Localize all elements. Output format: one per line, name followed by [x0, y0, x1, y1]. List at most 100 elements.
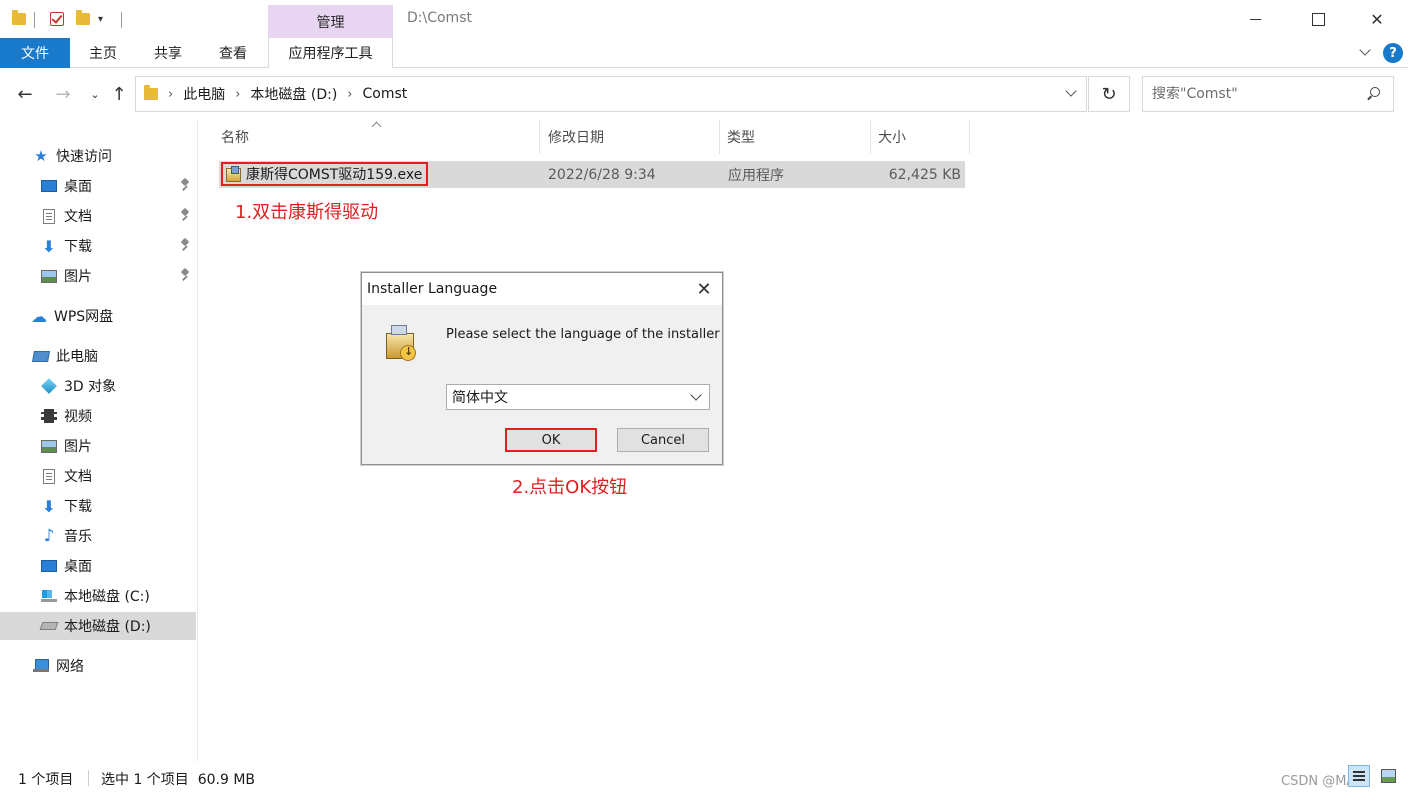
nav-3d-objects[interactable]: 3D 对象 [0, 372, 196, 400]
cancel-button[interactable]: Cancel [617, 428, 709, 452]
arrow-right-icon: → [55, 83, 71, 105]
nav-videos[interactable]: 视频 [0, 402, 196, 430]
nav-label: 音乐 [64, 529, 92, 545]
nav-label: 文档 [64, 209, 92, 225]
qat-customize-icon[interactable]: ▾ [98, 10, 103, 28]
nav-pc-pictures[interactable]: 图片 [0, 432, 196, 460]
dialog-message: Please select the language of the instal… [446, 327, 720, 342]
nav-label: 快速访问 [56, 149, 112, 165]
nav-quick-access[interactable]: ★ 快速访问 [0, 142, 196, 170]
breadcrumb-drive-d[interactable]: 本地磁盘 (D:) [250, 84, 337, 104]
chevron-down-icon[interactable] [1066, 87, 1076, 97]
nav-pictures[interactable]: 图片 [0, 262, 196, 290]
nav-downloads[interactable]: ⬇ 下载 [0, 232, 196, 260]
search-icon[interactable] [1367, 87, 1381, 101]
star-icon: ★ [34, 147, 48, 165]
nav-label: 下载 [64, 499, 92, 515]
installer-icon [225, 166, 241, 182]
nav-desktop[interactable]: 桌面 [0, 172, 196, 200]
large-icons-view-icon[interactable] [1378, 766, 1398, 786]
chevron-down-icon[interactable] [1360, 46, 1372, 58]
nav-wps-drive[interactable]: ☁ WPS网盘 [0, 302, 196, 330]
download-icon: ⬇ [42, 496, 56, 516]
recent-locations-button[interactable]: ⌄ [84, 83, 106, 105]
up-button[interactable]: ↑ [108, 83, 130, 105]
nav-drive-d[interactable]: 本地磁盘 (D:) [0, 612, 196, 640]
properties-check-icon[interactable] [50, 10, 64, 28]
ok-button[interactable]: OK [505, 428, 597, 452]
address-bar[interactable]: › 此电脑 › 本地磁盘 (D:) › Comst [135, 76, 1087, 112]
details-view-icon[interactable] [1348, 765, 1370, 787]
close-button[interactable]: ✕ [1354, 0, 1400, 38]
search-input[interactable] [1152, 86, 1352, 102]
nav-pc-desktop[interactable]: 桌面 [0, 552, 196, 580]
desktop-icon [40, 558, 58, 574]
chevron-down-icon: ⌄ [90, 87, 100, 101]
tab-application-tools[interactable]: 应用程序工具 [268, 38, 393, 68]
status-selection: 选中 1 个项目 60.9 MB [101, 772, 256, 788]
breadcrumb-separator[interactable]: › [168, 87, 173, 102]
file-type: 应用程序 [728, 167, 784, 184]
drive-icon [39, 618, 59, 634]
maximize-button[interactable] [1295, 0, 1341, 38]
nav-this-pc[interactable]: 此电脑 [0, 342, 196, 370]
nav-documents[interactable]: 文档 [0, 202, 196, 230]
column-header-name[interactable]: 名称 [215, 120, 540, 154]
column-header-type[interactable]: 类型 [721, 120, 871, 154]
back-button[interactable]: ← [14, 83, 36, 105]
nav-label: 下载 [64, 239, 92, 255]
cube-3d-icon [40, 378, 58, 394]
forward-button[interactable]: → [52, 83, 74, 105]
nav-music[interactable]: ♪ 音乐 [0, 522, 196, 550]
nav-label: WPS网盘 [54, 309, 114, 325]
pin-icon[interactable] [180, 209, 190, 223]
tab-file[interactable]: 文件 [0, 38, 70, 68]
nav-label: 桌面 [64, 179, 92, 195]
nav-pc-documents[interactable]: 文档 [0, 462, 196, 490]
nav-network[interactable]: 网络 [0, 652, 196, 680]
nav-drive-c[interactable]: 本地磁盘 (C:) [0, 582, 196, 610]
music-icon: ♪ [43, 526, 55, 546]
tab-home[interactable]: 主页 [74, 38, 132, 68]
folder-icon [12, 10, 26, 28]
nav-label: 图片 [64, 269, 92, 285]
tab-view[interactable]: 查看 [205, 38, 261, 68]
chevron-down-icon[interactable] [691, 391, 701, 401]
annotation-step-2: 2.点击OK按钮 [512, 477, 628, 498]
breadcrumb-separator[interactable]: › [347, 87, 352, 102]
refresh-icon: ↻ [1101, 83, 1117, 105]
pin-icon[interactable] [180, 179, 190, 193]
refresh-button[interactable]: ↻ [1088, 76, 1130, 112]
column-header-date[interactable]: 修改日期 [542, 120, 720, 154]
nav-label: 此电脑 [56, 349, 98, 365]
help-icon[interactable]: ? [1383, 43, 1403, 63]
nav-pc-downloads[interactable]: ⬇ 下载 [0, 492, 196, 520]
pin-icon[interactable] [180, 239, 190, 253]
tab-manage[interactable]: 管理 [268, 5, 393, 38]
installer-language-dialog: Installer Language ✕ Please select the l… [361, 272, 723, 465]
table-row[interactable]: 康斯得COMST驱动159.exe 2022/6/28 9:34 应用程序 62… [219, 161, 965, 188]
search-box[interactable] [1142, 76, 1394, 112]
window-title: D:\Comst [407, 10, 472, 26]
pin-icon[interactable] [180, 269, 190, 283]
nav-label: 本地磁盘 (D:) [64, 619, 151, 635]
title-bar: ▾ 管理 D:\Comst ✕ [0, 0, 1408, 38]
breadcrumb-comst[interactable]: Comst [362, 86, 407, 102]
network-icon [32, 658, 50, 674]
minimize-button[interactable] [1232, 0, 1278, 38]
new-folder-icon[interactable] [76, 10, 90, 28]
qat-divider [121, 12, 122, 28]
nav-label: 视频 [64, 409, 92, 425]
dialog-title-bar: Installer Language ✕ [362, 273, 722, 305]
ribbon-tabs: 文件 主页 共享 查看 应用程序工具 ? [0, 38, 1408, 68]
dialog-title: Installer Language [367, 281, 498, 297]
breadcrumb-separator[interactable]: › [235, 87, 240, 102]
tab-share[interactable]: 共享 [140, 38, 196, 68]
language-select[interactable]: 简体中文 [446, 384, 710, 410]
dialog-close-button[interactable]: ✕ [692, 277, 716, 301]
breadcrumb-this-pc[interactable]: 此电脑 [183, 84, 225, 104]
column-header-size[interactable]: 大小 [872, 120, 970, 154]
file-name-cell[interactable]: 康斯得COMST驱动159.exe [221, 162, 429, 186]
installer-icon [384, 325, 418, 363]
desktop-icon [40, 178, 58, 194]
